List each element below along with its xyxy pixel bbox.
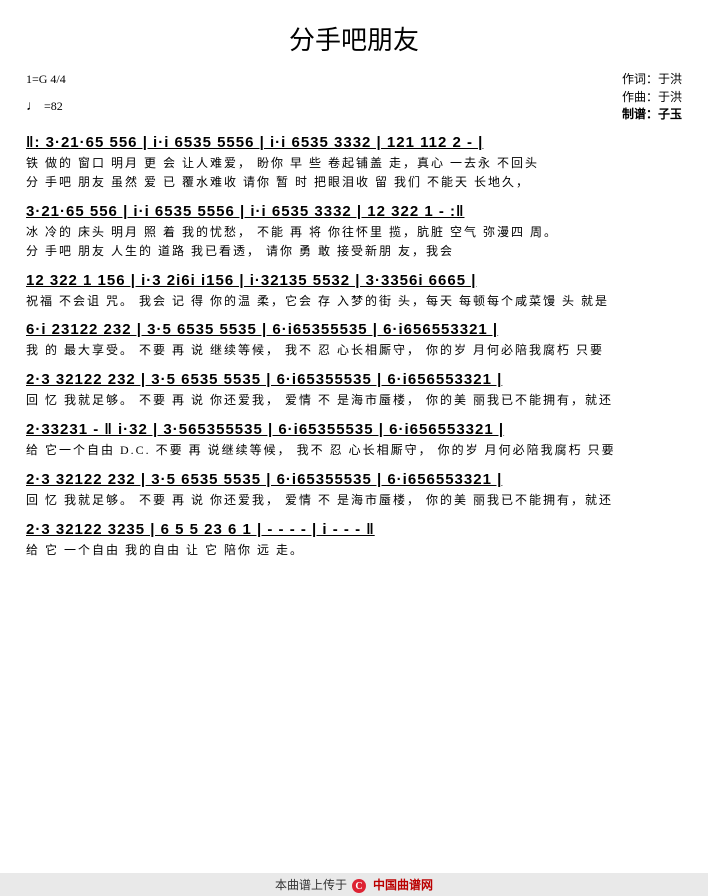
footer-prefix: 本曲谱上传于 xyxy=(275,878,347,892)
lyrics-row-1: 铁 做的 窗口 明月 更 会 让人难爱， 盼你 早 些 卷起铺盖 走，真心 一去… xyxy=(26,155,682,172)
score-line-5: 2·3 32122 232 | 3·5 6535 5535 | 6·i65355… xyxy=(26,371,682,409)
lyrics-row-1: 冰 冷的 床头 明月 照 着 我的忧愁， 不能 再 将 你往怀里 揽，肮脏 空气… xyxy=(26,224,682,241)
score-line-3: 12 322 1 156 | i·3 2i6i i156 | i·32135 5… xyxy=(26,272,682,310)
score-line-6: 2·33231 - ‖ i·32 | 3·565355535 | 6·i6535… xyxy=(26,421,682,459)
lyrics-row-1: 回 忆 我就足够。 不要 再 说 你还爱我， 爱情 不 是海市蜃楼， 你的美 丽… xyxy=(26,392,682,409)
quarter-note-icon: ♩ xyxy=(26,97,40,117)
song-title: 分手吧朋友 xyxy=(26,20,682,57)
notation-line: 制谱：子玉 xyxy=(622,106,682,123)
notation-row: 2·33231 - ‖ i·32 | 3·565355535 | 6·i6535… xyxy=(26,421,682,439)
lyrics-row-2: 分 手吧 朋友 虽然 爱 已 覆水难收 请你 暂 时 把眼泪收 留 我们 不能天… xyxy=(26,174,682,191)
lyrics-row-1: 我 的 最大享受。 不要 再 说 继续等候， 我不 忍 心长相厮守， 你的岁 月… xyxy=(26,342,682,359)
sheet-music-page: 分手吧朋友 1=G 4/4 作词：于洪 ♩ =82 作曲：于洪 制谱：子玉 ‖:… xyxy=(0,0,708,558)
logo-c-icon: C xyxy=(352,879,366,893)
credits-2: 作曲：于洪 制谱：子玉 xyxy=(622,89,682,123)
tempo-value: =82 xyxy=(44,98,63,115)
notation-row: 6·i 23122 232 | 3·5 6535 5535 | 6·i65355… xyxy=(26,321,682,339)
notation-row: 2·3 32122 232 | 3·5 6535 5535 | 6·i65355… xyxy=(26,371,682,389)
site-logo: C xyxy=(352,879,368,893)
key-time-signature: 1=G 4/4 xyxy=(26,71,66,88)
lyrics-row-1: 给 它一个自由 D.C. 不要 再 说继续等候， 我不 忍 心长相厮守， 你的岁… xyxy=(26,442,682,459)
composer-line: 作曲：于洪 xyxy=(622,89,682,106)
notation-row: ‖: 3·21·65 556 | i·i 6535 5556 | i·i 653… xyxy=(26,134,682,152)
lyrics-row-1: 给 它 一个自由 我的自由 让 它 陪你 远 走。 xyxy=(26,542,682,559)
credits: 作词：于洪 xyxy=(622,71,682,88)
lyrics-row-1: 祝福 不会诅 咒。 我会 记 得 你的温 柔，它会 存 入梦的街 头，每天 每顿… xyxy=(26,293,682,310)
meta-row: 1=G 4/4 作词：于洪 xyxy=(26,71,682,88)
lyrics-row-1: 回 忆 我就足够。 不要 再 说 你还爱我， 爱情 不 是海市蜃楼， 你的美 丽… xyxy=(26,492,682,509)
meta-left: 1=G 4/4 xyxy=(26,71,66,88)
score-line-4: 6·i 23122 232 | 3·5 6535 5535 | 6·i65355… xyxy=(26,321,682,359)
notation-row: 3·21·65 556 | i·i 6535 5556 | i·i 6535 3… xyxy=(26,203,682,221)
score-line-2: 3·21·65 556 | i·i 6535 5556 | i·i 6535 3… xyxy=(26,203,682,260)
meta-row-2: ♩ =82 作曲：于洪 制谱：子玉 xyxy=(26,89,682,123)
score-line-8: 2·3 32122 3235 | 6 5 5 23 6 1 | - - - - … xyxy=(26,521,682,559)
lyricist-line: 作词：于洪 xyxy=(622,71,682,88)
tempo-row: ♩ =82 xyxy=(26,91,63,123)
footer-site-name: 中国曲谱网 xyxy=(373,878,433,892)
notation-row: 2·3 32122 3235 | 6 5 5 23 6 1 | - - - - … xyxy=(26,521,682,539)
notation-row: 2·3 32122 232 | 3·5 6535 5535 | 6·i65355… xyxy=(26,471,682,489)
score-line-1: ‖: 3·21·65 556 | i·i 6535 5556 | i·i 653… xyxy=(26,134,682,191)
footer-bar: 本曲谱上传于 C 中国曲谱网 xyxy=(0,873,708,896)
notation-row: 12 322 1 156 | i·3 2i6i i156 | i·32135 5… xyxy=(26,272,682,290)
score-line-7: 2·3 32122 232 | 3·5 6535 5535 | 6·i65355… xyxy=(26,471,682,509)
lyrics-row-2: 分 手吧 朋友 人生的 道路 我已看透， 请你 勇 敢 接受新朋 友，我会 xyxy=(26,243,682,260)
